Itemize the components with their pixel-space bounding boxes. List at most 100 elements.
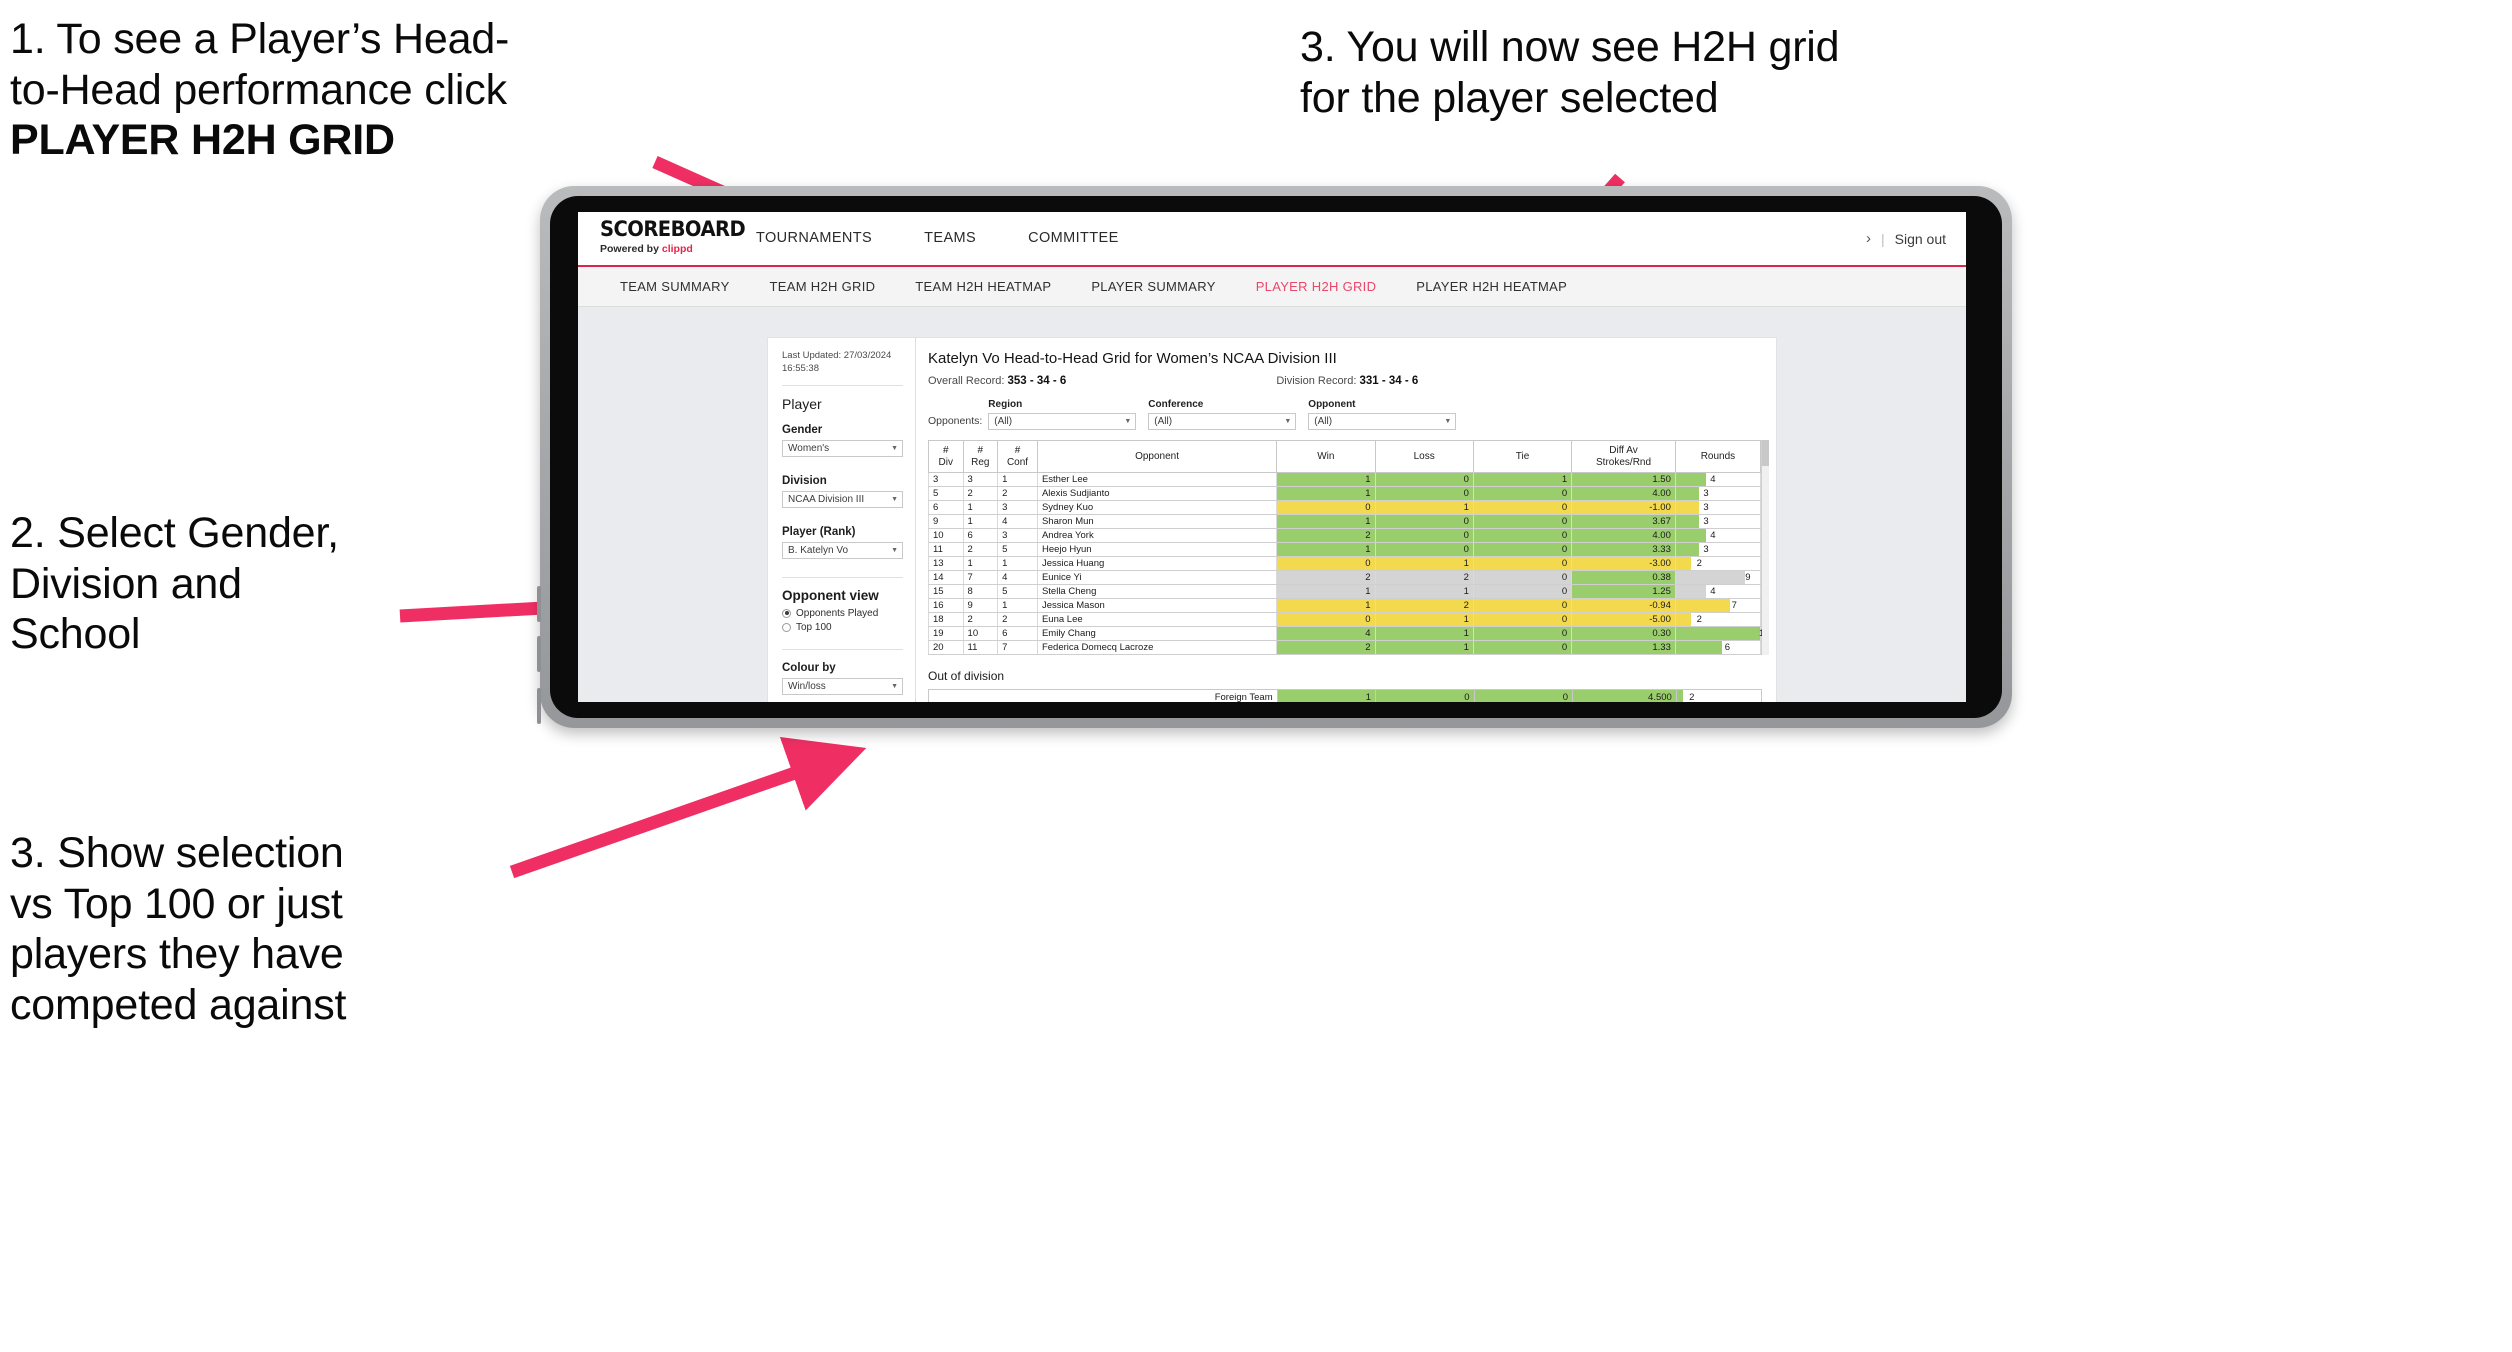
logo-tagline-brand: clippd bbox=[661, 243, 693, 255]
volume-down-button[interactable] bbox=[537, 636, 541, 672]
cell-tie: 0 bbox=[1472, 584, 1573, 599]
player-rank-select[interactable]: B. Katelyn Vo ▼ bbox=[782, 541, 903, 559]
cell-opponent: Sydney Kuo bbox=[1036, 500, 1278, 515]
cell-diff: 3.33 bbox=[1571, 542, 1676, 557]
col-header-8[interactable]: Rounds bbox=[1674, 440, 1762, 473]
col-header-1[interactable]: # Reg bbox=[962, 440, 999, 473]
table-row[interactable]: 20 11 7 Federica Domecq Lacroze 2 1 0 1.33 6 bbox=[928, 640, 1762, 655]
table-row[interactable]: 13 1 1 Jessica Huang 0 1 0 -3.00 2 bbox=[928, 556, 1762, 571]
region-filter-select[interactable]: (All) ▼ bbox=[988, 413, 1137, 430]
h2h-grid-table: # Div # Reg # Conf Opponent Win Loss Tie Diff Av St… bbox=[928, 440, 1769, 655]
cell-div: 5 bbox=[928, 486, 964, 501]
division-record-value: 331 - 34 - 6 bbox=[1359, 375, 1419, 387]
tab-player-h2h-grid[interactable]: PLAYER H2H GRID bbox=[1236, 279, 1397, 294]
records-row: Overall Record: 353 - 34 - 6 Division Re… bbox=[928, 375, 1762, 387]
table-row[interactable]: 14 7 4 Eunice Yi 2 2 0 0.38 9 bbox=[928, 570, 1762, 585]
cell-loss: 1 bbox=[1374, 612, 1474, 627]
cell-ood-win: 1 bbox=[1276, 689, 1377, 702]
cell-win: 2 bbox=[1276, 640, 1376, 655]
table-row[interactable]: 18 2 2 Euna Lee 0 1 0 -5.00 2 bbox=[928, 612, 1762, 627]
cell-div: 13 bbox=[928, 556, 964, 571]
cell-tie: 0 bbox=[1472, 570, 1573, 585]
cell-win: 1 bbox=[1276, 486, 1376, 501]
opponent-filter-select[interactable]: (All) ▼ bbox=[1308, 413, 1457, 430]
table-row[interactable]: 15 8 5 Stella Cheng 1 1 0 1.25 4 bbox=[928, 584, 1762, 599]
cell-loss: 2 bbox=[1374, 598, 1474, 613]
conference-filter-select[interactable]: (All) ▼ bbox=[1148, 413, 1297, 430]
tab-player-h2h-heatmap[interactable]: PLAYER H2H HEATMAP bbox=[1396, 279, 1587, 294]
cell-diff: 0.30 bbox=[1571, 626, 1676, 641]
cell-conf: 3 bbox=[997, 500, 1038, 515]
col-header-0[interactable]: # Div bbox=[928, 440, 964, 473]
cell-loss: 0 bbox=[1374, 542, 1474, 557]
cell-loss: 0 bbox=[1374, 514, 1474, 529]
tab-team-summary[interactable]: TEAM SUMMARY bbox=[600, 279, 750, 294]
cell-diff: 4.00 bbox=[1571, 528, 1676, 543]
division-select[interactable]: NCAA Division III ▼ bbox=[782, 490, 903, 508]
cell-win: 2 bbox=[1276, 528, 1376, 543]
radio-opponents-played[interactable]: Opponents Played bbox=[782, 608, 903, 619]
table-row[interactable]: 3 3 1 Esther Lee 1 0 1 1.50 4 bbox=[928, 472, 1762, 487]
col-header-3[interactable]: Opponent bbox=[1036, 440, 1278, 473]
out-of-division-body: Foreign Team1004.5002NAIA Division 11500… bbox=[928, 689, 1763, 702]
annotation-1-line-1: 1. To see a Player’s Head- bbox=[10, 15, 510, 63]
cell-win: 0 bbox=[1276, 500, 1376, 515]
radio-top-100[interactable]: Top 100 bbox=[782, 622, 903, 633]
table-row[interactable]: 5 2 2 Alexis Sudjianto 1 0 0 4.00 3 bbox=[928, 486, 1762, 501]
division-select-value: NCAA Division III bbox=[788, 493, 865, 505]
col-header-6[interactable]: Tie bbox=[1472, 440, 1573, 473]
cell-diff: 3.67 bbox=[1571, 514, 1676, 529]
cell-conf: 3 bbox=[997, 528, 1038, 543]
col-header-5[interactable]: Loss bbox=[1374, 440, 1474, 473]
table-row[interactable]: 16 9 1 Jessica Mason 1 2 0 -0.94 7 bbox=[928, 598, 1762, 613]
app-logo[interactable]: SCOREBOARD Powered by clippd bbox=[578, 212, 746, 265]
chevron-right-icon[interactable]: › bbox=[1866, 230, 1871, 247]
annotation-step-1: 1. To see a Player’s Head- to-Head perfo… bbox=[10, 14, 750, 166]
colour-by-select-value: Win/loss bbox=[788, 680, 826, 692]
table-row[interactable]: 10 6 3 Andrea York 2 0 0 4.00 4 bbox=[928, 528, 1762, 543]
table-row[interactable]: 19106Emily Chang4100.3011 bbox=[928, 626, 1769, 641]
opponents-filter-label: Opponents: bbox=[928, 415, 983, 427]
col-header-4[interactable]: Win bbox=[1276, 440, 1376, 473]
volume-up-button[interactable] bbox=[537, 586, 541, 622]
table-scrollbar[interactable] bbox=[1762, 440, 1769, 655]
table-row[interactable]: 6 1 3 Sydney Kuo 0 1 0 -1.00 3 bbox=[928, 500, 1762, 515]
chevron-down-icon: ▼ bbox=[1284, 418, 1292, 425]
cell-opponent: Emily Chang bbox=[1036, 626, 1278, 641]
table-row[interactable]: 9 1 4 Sharon Mun 1 0 0 3.67 3 bbox=[928, 514, 1762, 529]
table-body: 3 3 1 Esther Lee 1 0 1 1.50 4 5 2 2 Alexis Sudjianto… bbox=[928, 472, 1769, 655]
nav-item-tournaments[interactable]: TOURNAMENTS bbox=[730, 212, 898, 265]
page-title: Katelyn Vo Head-to-Head Grid for Women’s… bbox=[928, 350, 1337, 367]
gender-select[interactable]: Women's ▼ bbox=[782, 439, 903, 457]
cell-reg: 6 bbox=[962, 528, 999, 543]
out-of-division-row[interactable]: Foreign Team 1 0 0 4.500 2 bbox=[928, 689, 1763, 702]
table-row[interactable]: 11 2 5 Heejo Hyun 1 0 0 3.33 3 bbox=[928, 542, 1762, 557]
col-header-2[interactable]: # Conf bbox=[997, 440, 1038, 473]
cell-opponent: Federica Domecq Lacroze bbox=[1036, 640, 1278, 655]
annotation-3-line-1: 3. Show selection bbox=[10, 829, 344, 877]
sign-out-link[interactable]: Sign out bbox=[1895, 231, 1946, 247]
tab-team-h2h-heatmap[interactable]: TEAM H2H HEATMAP bbox=[895, 279, 1071, 294]
cell-rounds: 2 bbox=[1674, 612, 1762, 627]
tab-team-h2h-grid[interactable]: TEAM H2H GRID bbox=[750, 279, 896, 294]
nav-item-teams[interactable]: TEAMS bbox=[898, 212, 1002, 265]
out-of-division-table: Foreign Team1004.5002NAIA Division 11500… bbox=[928, 689, 1763, 702]
opponent-filter-label: Opponent bbox=[1308, 399, 1356, 410]
cell-reg: 2 bbox=[962, 486, 999, 501]
cell-reg: 7 bbox=[962, 570, 999, 585]
tablet-screen: SCOREBOARD Powered by clippd TOURNAMENTS… bbox=[578, 212, 1966, 702]
cell-tie: 0 bbox=[1472, 640, 1573, 655]
colour-by-select[interactable]: Win/loss ▼ bbox=[782, 677, 903, 695]
cell-div: 9 bbox=[928, 514, 964, 529]
cell-loss: 2 bbox=[1374, 570, 1474, 585]
cell-opponent: Esther Lee bbox=[1036, 472, 1278, 487]
table-scrollbar-thumb[interactable] bbox=[1762, 440, 1769, 466]
power-button[interactable] bbox=[537, 688, 541, 724]
col-header-7[interactable]: Diff Av Strokes/Rnd bbox=[1571, 440, 1676, 473]
colour-by-label: Colour by bbox=[782, 661, 836, 674]
cell-rounds: 11 bbox=[1674, 626, 1769, 641]
division-record: Division Record: 331 - 34 - 6 bbox=[1276, 375, 1418, 387]
nav-item-committee[interactable]: COMMITTEE bbox=[1002, 212, 1145, 265]
tab-player-summary[interactable]: PLAYER SUMMARY bbox=[1071, 279, 1235, 294]
cell-diff: 1.50 bbox=[1571, 472, 1676, 487]
